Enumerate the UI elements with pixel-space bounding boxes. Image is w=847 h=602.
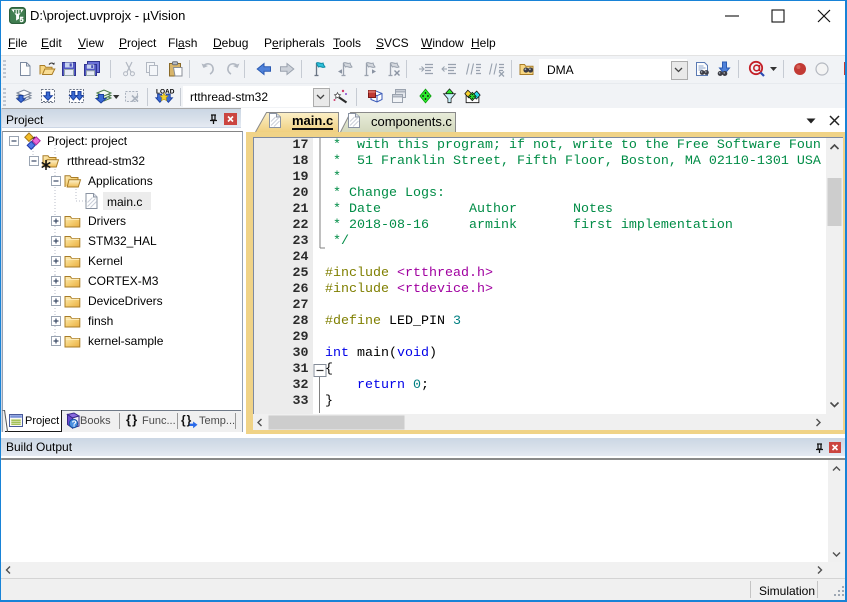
svg-text:5: 5 <box>20 17 24 24</box>
svg-text:?: ? <box>72 419 77 429</box>
